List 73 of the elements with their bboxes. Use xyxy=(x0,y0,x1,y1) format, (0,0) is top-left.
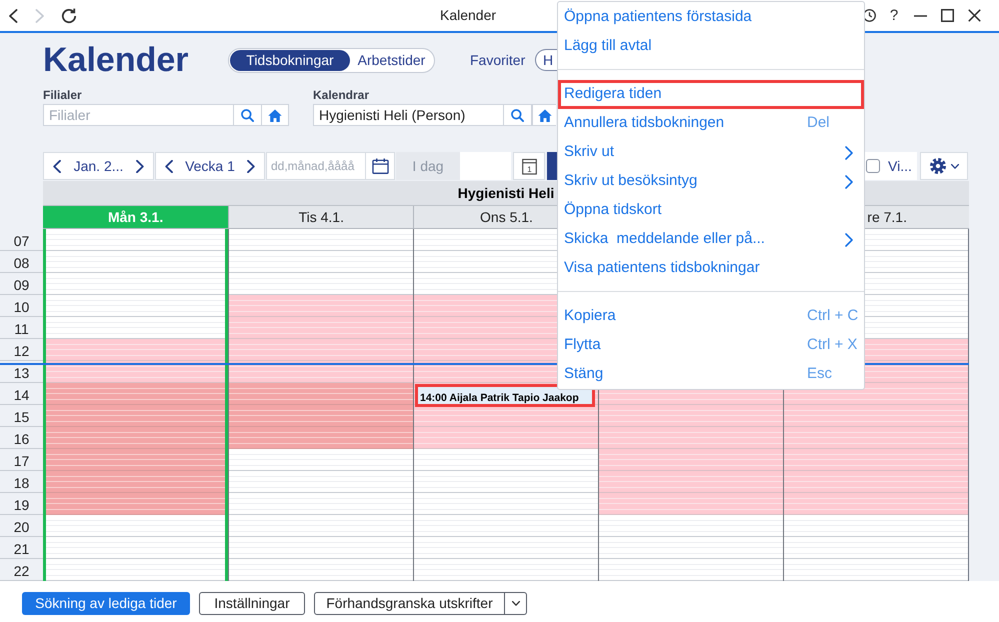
hour-label: 19 xyxy=(0,493,43,515)
toolbar-panel xyxy=(460,152,511,180)
home-icon xyxy=(538,108,552,122)
calendar-button[interactable] xyxy=(366,152,395,180)
hour-label: 15 xyxy=(0,405,43,427)
chevron-left-icon[interactable] xyxy=(53,160,61,172)
primary-button[interactable]: Sökning av lediga tider xyxy=(22,592,190,615)
page-title: Kalender xyxy=(43,43,190,77)
search-button[interactable] xyxy=(234,104,262,126)
hour-label: 07 xyxy=(0,229,43,251)
favorites-label: Favoriter xyxy=(470,50,526,70)
hour-label: 21 xyxy=(0,537,43,559)
clock-icon[interactable] xyxy=(863,9,876,22)
secondary-button[interactable]: Inställningar xyxy=(199,592,305,615)
hour-label: 16 xyxy=(0,427,43,449)
minimize-icon[interactable] xyxy=(914,14,927,16)
appointment[interactable]: 14:00 Aijala Patrik Tapio Jaakop xyxy=(415,384,595,407)
maximize-icon[interactable] xyxy=(941,9,954,22)
split-button[interactable]: Förhandsgranska utskrifter xyxy=(314,592,505,615)
day-header[interactable]: Mån 3.1. xyxy=(43,206,228,229)
hour-label: 20 xyxy=(0,515,43,537)
shortcut-label: Ctrl + C xyxy=(807,306,858,326)
refresh-icon[interactable] xyxy=(61,8,77,24)
search-icon xyxy=(241,108,254,122)
text-field[interactable]: Filialer xyxy=(43,104,234,126)
week-label: Vecka 1 xyxy=(185,156,235,176)
shortcut-label: Esc xyxy=(807,364,832,384)
hour-label: 08 xyxy=(0,251,43,273)
hour-label: 18 xyxy=(0,471,43,493)
search-icon xyxy=(511,108,524,122)
hour-label: 14 xyxy=(0,383,43,405)
day-header[interactable]: Tis 4.1. xyxy=(228,206,414,229)
chevron-left-icon[interactable] xyxy=(165,160,173,172)
checkbox-label: Vi... xyxy=(888,156,912,176)
chevron-right-icon[interactable] xyxy=(136,160,144,172)
field-label: Kalendrar xyxy=(313,87,370,103)
home-button[interactable] xyxy=(262,104,289,126)
calendar-icon xyxy=(372,158,388,174)
home-button[interactable] xyxy=(532,104,556,126)
text-field[interactable]: Hygienisti Heli (Person) xyxy=(313,104,504,126)
segment-tab[interactable]: Tidsbokningar xyxy=(230,50,350,70)
search-button[interactable] xyxy=(504,104,532,126)
menu-item[interactable]: Lägg till avtal xyxy=(558,32,864,61)
segment-tab[interactable]: Arbetstider xyxy=(350,50,433,70)
hour-label: 11 xyxy=(0,317,43,339)
menu-item[interactable]: Flytta Ctrl + X xyxy=(558,331,864,360)
shortcut-label: Del xyxy=(807,113,830,134)
dropdown-button[interactable] xyxy=(505,592,527,615)
date-field[interactable]: dd,månad,åååå xyxy=(266,152,366,180)
chevron-down-icon xyxy=(512,601,520,606)
hour-label: 10 xyxy=(0,295,43,317)
month-label: Jan. 2... xyxy=(74,156,124,176)
settings-button[interactable] xyxy=(920,152,968,180)
menu-item[interactable]: Kopiera Ctrl + C xyxy=(558,302,864,331)
favorite-chip[interactable]: H xyxy=(535,49,557,71)
checkbox[interactable] xyxy=(866,159,880,173)
menu-item[interactable]: Skriv ut xyxy=(558,138,864,167)
menu-item[interactable]: Redigera tiden xyxy=(558,80,864,109)
field-label: Filialer xyxy=(43,87,83,103)
hour-label: 17 xyxy=(0,449,43,471)
hour-label: 09 xyxy=(0,273,43,295)
hour-label: 12 xyxy=(0,339,43,361)
chevron-down-icon xyxy=(950,164,958,168)
close-icon[interactable] xyxy=(968,9,981,22)
menu-item[interactable]: Annullera tidsbokningen Del xyxy=(558,109,864,138)
window-title: Kalender xyxy=(440,6,496,25)
home-icon xyxy=(268,108,282,122)
help-button[interactable]: ? xyxy=(888,8,900,23)
settings-icon xyxy=(930,158,946,174)
menu-item[interactable]: Öppna patientens förstasida xyxy=(558,3,864,32)
menu-item[interactable]: Visa patientens tidsbokningar xyxy=(558,254,864,283)
shortcut-label: Ctrl + X xyxy=(807,335,858,356)
chevron-right-icon[interactable] xyxy=(246,160,255,172)
